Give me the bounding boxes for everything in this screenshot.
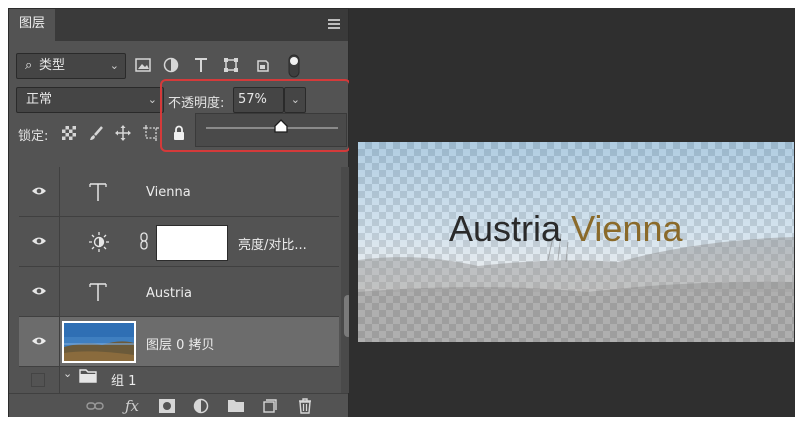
layer-name[interactable]: 组 1	[111, 370, 136, 389]
layer-row-brightness[interactable]: 亮度/对比...	[19, 217, 339, 267]
eye-icon[interactable]	[31, 236, 47, 246]
layer-name[interactable]: 亮度/对比...	[238, 234, 307, 253]
filter-adjustment-icon[interactable]	[161, 55, 181, 75]
filter-text-icon[interactable]	[191, 55, 211, 75]
new-group-folder-icon[interactable]	[227, 397, 245, 415]
text-layer-icon	[89, 183, 107, 201]
lock-brush-icon[interactable]	[86, 123, 106, 143]
layers-bottom-toolbar: ƒx	[9, 393, 348, 417]
visibility-column-divider	[59, 317, 60, 366]
lock-move-icon[interactable]	[113, 123, 133, 143]
layer-name[interactable]: Austria	[146, 286, 192, 301]
filter-smartobject-icon[interactable]	[253, 55, 273, 75]
eye-icon[interactable]	[31, 286, 47, 296]
chevron-down-icon[interactable]: ⌄	[63, 367, 72, 380]
folder-icon	[79, 369, 97, 383]
blend-mode-dropdown[interactable]: 正常 ⌄	[16, 87, 164, 113]
canvas-word-vienna: Vienna	[571, 208, 683, 249]
visibility-toggle-empty[interactable]	[31, 373, 45, 387]
visibility-column-divider	[59, 367, 60, 393]
filter-toggle-switch[interactable]	[287, 53, 301, 79]
blend-mode-value: 正常	[26, 92, 53, 107]
fx-effects-icon[interactable]: ƒx	[123, 397, 141, 415]
panel-menu-icon[interactable]	[328, 19, 340, 29]
visibility-column-divider	[59, 217, 60, 266]
layer-row-layer0-copy[interactable]: 图层 0 拷贝	[19, 317, 339, 367]
layer-row-group1[interactable]: ⌄ 组 1	[19, 367, 339, 393]
lock-label: 锁定:	[18, 129, 49, 144]
layer-name[interactable]: 图层 0 拷贝	[146, 334, 215, 353]
chevron-down-icon: ⌄	[109, 59, 119, 72]
layer-row-austria[interactable]: Austria	[19, 267, 339, 317]
canvas-title-text: Austria Vienna	[449, 208, 683, 250]
chevron-down-icon: ⌄	[147, 93, 157, 106]
filter-type-label: 类型	[39, 58, 66, 73]
magnifier-icon: ⌕	[25, 58, 33, 73]
landscape-thumbnail[interactable]	[62, 321, 136, 363]
chain-link-icon[interactable]	[139, 232, 149, 250]
layer-row-vienna[interactable]: Vienna	[19, 167, 339, 217]
layer-name[interactable]: Vienna	[146, 185, 191, 200]
tab-layers[interactable]: 图层	[9, 9, 55, 41]
text-layer-icon	[89, 283, 107, 301]
new-layer-icon[interactable]	[261, 397, 279, 415]
opacity-highlight-box	[160, 79, 351, 152]
layer-mask-thumbnail[interactable]	[156, 225, 228, 261]
eye-icon[interactable]	[31, 186, 47, 196]
filter-pixel-icon[interactable]	[133, 55, 153, 75]
link-layers-icon[interactable]	[86, 397, 104, 415]
delete-layer-icon[interactable]	[296, 397, 314, 415]
visibility-column-divider	[59, 167, 60, 216]
add-mask-icon[interactable]	[158, 397, 176, 415]
filter-type-dropdown[interactable]: ⌕ 类型 ⌄	[16, 53, 126, 79]
new-adjustment-layer-icon[interactable]	[192, 397, 210, 415]
panel-tab-bar: 图层	[9, 9, 348, 41]
document-canvas[interactable]: Austria Vienna	[358, 142, 794, 342]
visibility-column-divider	[59, 267, 60, 316]
canvas-word-austria: Austria	[449, 208, 562, 249]
lock-transparency-icon[interactable]	[59, 123, 79, 143]
filter-shape-icon[interactable]	[221, 55, 241, 75]
layers-panel: 图层 ⌕ 类型 ⌄ 正常 ⌄ 不透明度: 57% ⌄ 锁定: Vienna 亮度…	[8, 8, 355, 417]
eye-icon[interactable]	[31, 336, 47, 346]
lock-artboard-icon[interactable]	[141, 123, 161, 143]
layer-list: Vienna 亮度/对比... Austria 图层 0 拷贝 ⌄ 组 1	[19, 167, 339, 393]
brightness-sun-icon	[89, 232, 109, 252]
